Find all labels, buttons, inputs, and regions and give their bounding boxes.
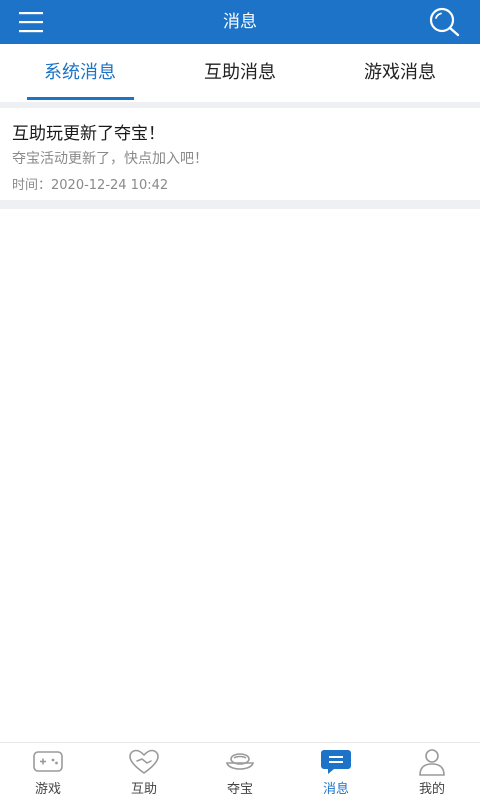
gold-ingot-icon: [225, 753, 255, 770]
nav-label: 消息: [322, 782, 349, 797]
user-icon: [419, 749, 445, 776]
active-tab-indicator: [27, 97, 134, 100]
search-icon[interactable]: [428, 7, 460, 37]
handshake-heart-icon: [129, 749, 159, 774]
message-tabs: 系统消息 互助消息 游戏消息: [0, 44, 480, 102]
nav-label: 夺宝: [226, 782, 253, 797]
nav-label: 我的: [418, 782, 445, 797]
gamepad-icon: [33, 751, 63, 772]
message-bubble-icon: [321, 750, 351, 774]
page-title: 消息: [223, 12, 257, 32]
nav-item-treasure[interactable]: 夺宝: [192, 743, 288, 801]
message-body: 夺宝活动更新了，快点加入吧！: [12, 151, 208, 167]
message-title: 互助玩更新了夺宝！: [12, 124, 165, 144]
nav-item-profile[interactable]: 我的: [384, 743, 480, 801]
divider: [0, 200, 480, 209]
top-bar: 消息: [0, 0, 480, 44]
tab-help-messages[interactable]: 互助消息: [160, 44, 320, 102]
nav-item-help[interactable]: 互助: [96, 743, 192, 801]
nav-label: 游戏: [34, 782, 61, 797]
bottom-nav: 游戏 互助 夺宝 消息 我的: [0, 742, 480, 800]
tab-system-messages[interactable]: 系统消息: [0, 44, 160, 102]
message-time: 时间：2020-12-24 10:42: [12, 178, 169, 193]
tab-game-messages[interactable]: 游戏消息: [320, 44, 480, 102]
nav-item-messages[interactable]: 消息: [288, 743, 384, 801]
nav-label: 互助: [130, 782, 157, 797]
message-item[interactable]: 互助玩更新了夺宝！ 夺宝活动更新了，快点加入吧！ 时间：2020-12-24 1…: [0, 108, 480, 200]
nav-item-games[interactable]: 游戏: [0, 743, 96, 801]
